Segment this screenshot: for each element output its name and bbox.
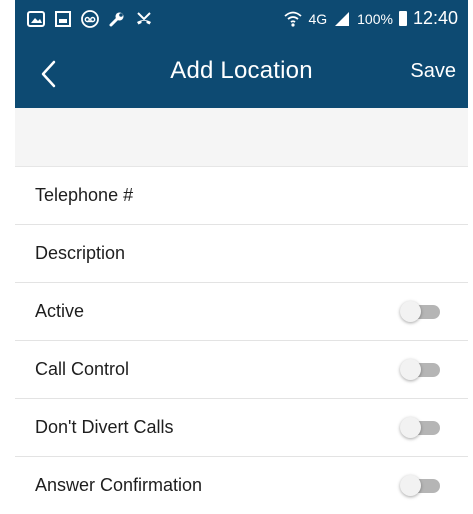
call-control-row: Call Control xyxy=(15,341,468,399)
wifi-icon xyxy=(284,11,303,27)
battery-icon xyxy=(398,11,407,26)
voicemail-icon xyxy=(81,10,99,28)
active-row: Active xyxy=(15,283,468,341)
dont-divert-calls-label: Don't Divert Calls xyxy=(35,417,174,437)
status-bar: 4G 100% 12:40 xyxy=(15,0,468,40)
missed-call-icon xyxy=(137,12,151,25)
screen: 4G 100% 12:40 Add Location Save Telephon… xyxy=(0,0,473,512)
toggle-thumb xyxy=(400,301,421,322)
description-label: Description xyxy=(35,243,126,263)
toggle-thumb xyxy=(400,417,421,438)
battery-percent: 100% xyxy=(357,10,393,27)
clock: 12:40 xyxy=(412,8,458,28)
wrench-icon xyxy=(109,12,124,27)
active-toggle[interactable] xyxy=(400,301,442,322)
section-spacer xyxy=(15,108,468,167)
dont-divert-calls-row: Don't Divert Calls xyxy=(15,399,468,457)
dont-divert-calls-toggle[interactable] xyxy=(400,417,442,438)
telephone-label: Telephone # xyxy=(35,185,134,205)
save-button[interactable]: Save xyxy=(410,60,456,83)
answer-confirmation-row: Answer Confirmation xyxy=(15,457,468,514)
network-type: 4G xyxy=(308,10,328,27)
page-title: Add Location xyxy=(170,57,313,84)
location-form: Telephone # Description Active Call Cont… xyxy=(15,167,468,514)
active-label: Active xyxy=(35,301,85,321)
signal-icon xyxy=(335,11,350,26)
call-control-toggle[interactable] xyxy=(400,359,442,380)
toggle-thumb xyxy=(400,475,421,496)
gallery-icon xyxy=(55,11,71,27)
answer-confirmation-label: Answer Confirmation xyxy=(35,475,203,495)
call-control-label: Call Control xyxy=(35,359,130,379)
description-field[interactable]: Description xyxy=(15,225,468,283)
system-status: 4G 100% 12:40 xyxy=(284,8,458,29)
app-bar: 4G 100% 12:40 Add Location Save xyxy=(15,0,468,108)
notification-icons xyxy=(27,10,153,28)
image-notification-icon xyxy=(27,11,45,27)
toggle-thumb xyxy=(400,359,421,380)
telephone-field[interactable]: Telephone # xyxy=(15,167,468,225)
toolbar: Add Location Save xyxy=(15,40,468,108)
answer-confirmation-toggle[interactable] xyxy=(400,475,442,496)
